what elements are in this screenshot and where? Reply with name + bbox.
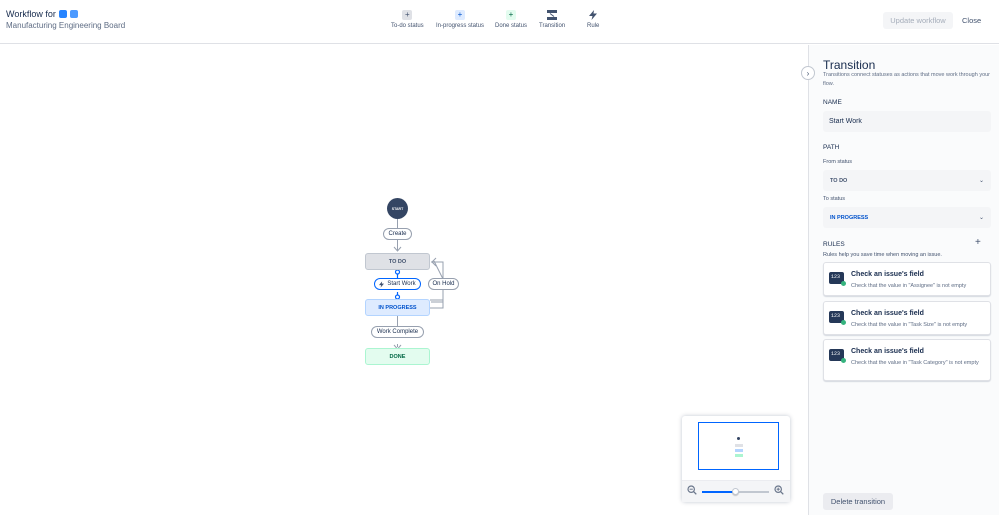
rule-card[interactable]: 123 Check an issue's field Check that th… (823, 262, 991, 296)
field-check-icon: 123 (829, 311, 846, 325)
rule-card[interactable]: 123 Check an issue's field Check that th… (823, 339, 991, 381)
add-done-status-button[interactable]: + Done status (495, 10, 527, 29)
panel-title: Transition (823, 58, 876, 72)
path-label: PATH (823, 144, 840, 151)
task-type-icon (58, 10, 67, 18)
tool-label: Rule (587, 23, 600, 29)
collapse-panel-button[interactable]: › (801, 66, 815, 80)
top-header: Workflow for Manufacturing Engineering B… (0, 0, 999, 44)
panel-description: Transitions connect statuses as actions … (823, 72, 991, 87)
zoom-out-icon[interactable] (686, 485, 698, 497)
workflow-canvas[interactable]: START Create TO DO Start Work On Hold IN… (0, 45, 808, 515)
tool-label: In-progress status (436, 23, 485, 29)
minimap[interactable] (682, 416, 790, 502)
minimap-done-node (735, 454, 743, 457)
to-status-select[interactable]: IN PROGRESS ⌄ (823, 207, 991, 228)
zoom-in-icon[interactable] (773, 485, 785, 497)
add-inprogress-status-button[interactable]: + In-progress status (436, 10, 484, 29)
rules-label: RULES (823, 241, 845, 248)
minimap-inprogress-node (735, 449, 743, 452)
add-rule-plus-icon[interactable]: + (975, 238, 981, 248)
plus-icon: + (402, 10, 413, 20)
close-button[interactable]: Close (962, 12, 981, 29)
rules-help-text: Rules help you save time when moving an … (823, 252, 942, 258)
workflow-title: Workflow for (6, 9, 78, 19)
workflow-title-text: Workflow for (6, 9, 56, 19)
create-transition[interactable]: Create (383, 228, 412, 240)
tool-label: Transition (539, 23, 566, 29)
inprogress-status-node[interactable]: IN PROGRESS (365, 299, 430, 316)
todo-status-node[interactable]: TO DO (365, 253, 430, 270)
rule-name: Check an issue's field (851, 271, 924, 278)
zoom-slider-fill (702, 491, 736, 493)
work-complete-transition[interactable]: Work Complete (371, 326, 424, 338)
subtask-type-icon (69, 10, 78, 18)
lightning-icon (379, 280, 385, 288)
zoom-controls (682, 480, 790, 502)
start-node[interactable]: START (387, 198, 408, 219)
chevron-down-icon: ⌄ (978, 178, 984, 184)
minimap-todo-node (735, 444, 743, 447)
add-rule-button[interactable]: Rule (587, 10, 599, 29)
rule-description: Check that the value in "Assignee" is no… (851, 283, 967, 289)
rule-description: Check that the value in "Task Size" is n… (851, 322, 968, 328)
from-status-label: From status (823, 159, 853, 165)
rule-card[interactable]: 123 Check an issue's field Check that th… (823, 301, 991, 335)
rule-description: Check that the value in "Task Category" … (851, 360, 979, 366)
on-hold-transition[interactable]: On Hold (428, 278, 459, 290)
add-todo-status-button[interactable]: + To-do status (391, 10, 424, 29)
chevron-down-icon: ⌄ (978, 215, 984, 221)
rule-name: Check an issue's field (851, 310, 924, 317)
start-work-transition[interactable]: Start Work (374, 278, 421, 290)
name-label: NAME (823, 99, 842, 106)
tool-label: Done status (495, 23, 528, 29)
rule-name: Check an issue's field (851, 348, 924, 355)
from-status-select[interactable]: TO DO ⌄ (823, 170, 991, 191)
minimap-start-node (737, 437, 740, 440)
start-work-label: Start Work (387, 281, 416, 287)
delete-transition-button[interactable]: Delete transition (823, 493, 893, 510)
from-status-value: TO DO (830, 177, 848, 184)
done-status-node[interactable]: DONE (365, 348, 430, 365)
update-workflow-button[interactable]: Update workflow (883, 12, 953, 29)
lightning-icon (588, 10, 598, 20)
board-name: Manufacturing Engineering Board (6, 21, 126, 30)
to-status-label: To status (823, 196, 846, 202)
to-status-value: IN PROGRESS (830, 214, 869, 221)
transition-name-input[interactable] (823, 111, 991, 132)
chevron-right-icon: › (806, 68, 810, 78)
minimap-viewport[interactable] (698, 422, 779, 470)
transition-panel: Transition Transitions connect statuses … (808, 45, 999, 515)
plus-icon: + (506, 10, 517, 20)
field-check-icon: 123 (829, 272, 846, 286)
field-check-icon: 123 (829, 349, 846, 363)
plus-icon: + (455, 10, 466, 20)
add-transition-button[interactable]: Transition (539, 10, 565, 29)
tool-label: To-do status (391, 23, 424, 29)
transition-icon (547, 10, 558, 20)
zoom-slider-handle[interactable] (732, 488, 739, 495)
